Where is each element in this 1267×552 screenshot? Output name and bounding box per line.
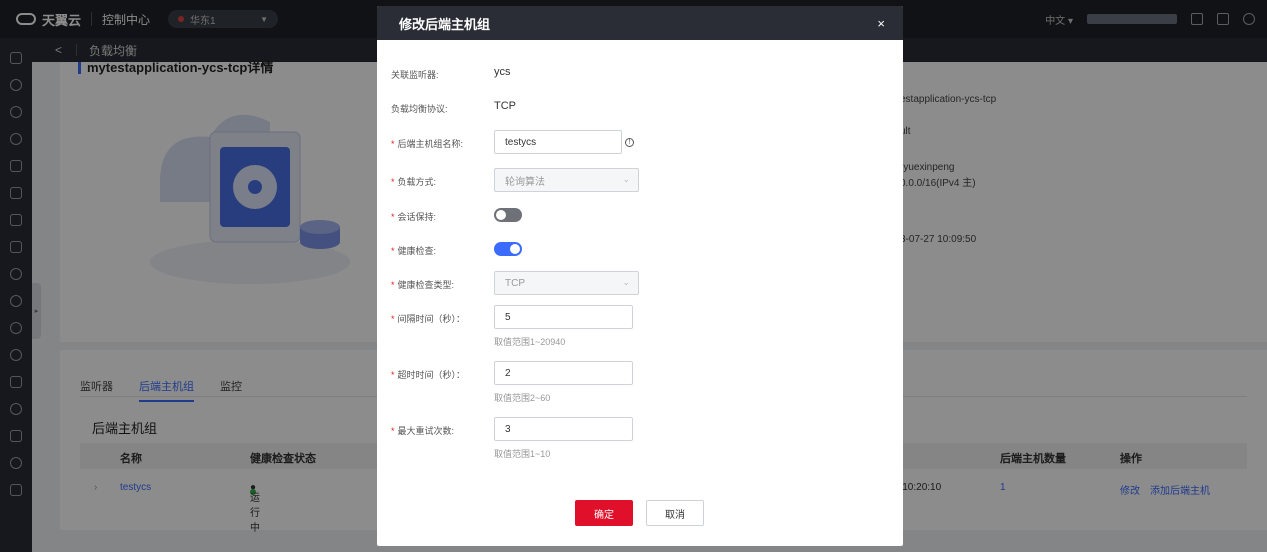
field-label: * 超时时间（秒）： xyxy=(391,370,466,380)
health-type-select[interactable]: TCP ⌄ xyxy=(494,271,639,295)
session-toggle[interactable] xyxy=(494,208,522,222)
field-label-text: 最大重试次数: xyxy=(397,426,455,436)
field-label: 负载均衡协议: xyxy=(391,104,448,114)
chevron-down-icon: ⌄ xyxy=(622,174,630,184)
field-label-text: 超时时间（秒）： xyxy=(397,370,466,380)
field-label: * 健康检查: xyxy=(391,246,437,256)
field-label-text: 会话保持: xyxy=(397,212,437,222)
field-label: * 后端主机组名称: xyxy=(391,139,464,149)
field-label: * 间隔时间（秒）： xyxy=(391,314,466,324)
health-check-toggle[interactable] xyxy=(494,242,522,256)
toggle-knob xyxy=(510,244,520,254)
retries-hint: 取值范围1~10 xyxy=(494,449,551,459)
group-name-value: testycs xyxy=(505,136,537,148)
retries-input[interactable]: 3 xyxy=(494,417,633,441)
field-label: 关联监听器: xyxy=(391,70,439,80)
field-label: * 最大重试次数: xyxy=(391,426,455,436)
timeout-hint: 取值范围2~60 xyxy=(494,393,551,403)
field-label-text: 健康检查类型: xyxy=(397,280,455,290)
interval-hint: 取值范围1~20940 xyxy=(494,337,566,347)
listener-value: ycs xyxy=(494,66,511,78)
group-name-input[interactable]: testycs xyxy=(494,130,622,154)
confirm-button[interactable]: 确定 xyxy=(575,500,633,526)
toggle-knob xyxy=(496,210,506,220)
field-label: * 会话保持: xyxy=(391,212,437,222)
interval-input[interactable]: 5 xyxy=(494,305,633,329)
field-label: * 负载方式: xyxy=(391,177,437,187)
interval-value: 5 xyxy=(505,311,511,323)
field-label: * 健康检查类型: xyxy=(391,280,455,290)
cancel-button[interactable]: 取消 xyxy=(646,500,704,526)
algorithm-value: 轮询算法 xyxy=(505,176,545,188)
timeout-input[interactable]: 2 xyxy=(494,361,633,385)
info-icon[interactable]: ! xyxy=(625,138,634,147)
field-label-text: 负载方式: xyxy=(397,177,437,187)
protocol-value: TCP xyxy=(494,100,516,112)
close-icon[interactable]: × xyxy=(877,16,885,31)
field-label-text: 后端主机组名称: xyxy=(397,139,464,149)
chevron-down-icon: ⌄ xyxy=(622,277,630,287)
field-label-text: 间隔时间（秒）： xyxy=(397,314,466,324)
field-label-text: 健康检查: xyxy=(397,246,437,256)
edit-backend-group-dialog: 修改后端主机组 × 关联监听器: ycs 负载均衡协议: TCP * 后端主机组名… xyxy=(377,6,903,546)
dialog-title: 修改后端主机组 xyxy=(399,16,491,32)
retries-value: 3 xyxy=(505,423,511,435)
dialog-header: 修改后端主机组 × xyxy=(377,6,903,40)
algorithm-select[interactable]: 轮询算法 ⌄ xyxy=(494,168,639,192)
timeout-value: 2 xyxy=(505,367,511,379)
health-type-value: TCP xyxy=(505,277,525,289)
